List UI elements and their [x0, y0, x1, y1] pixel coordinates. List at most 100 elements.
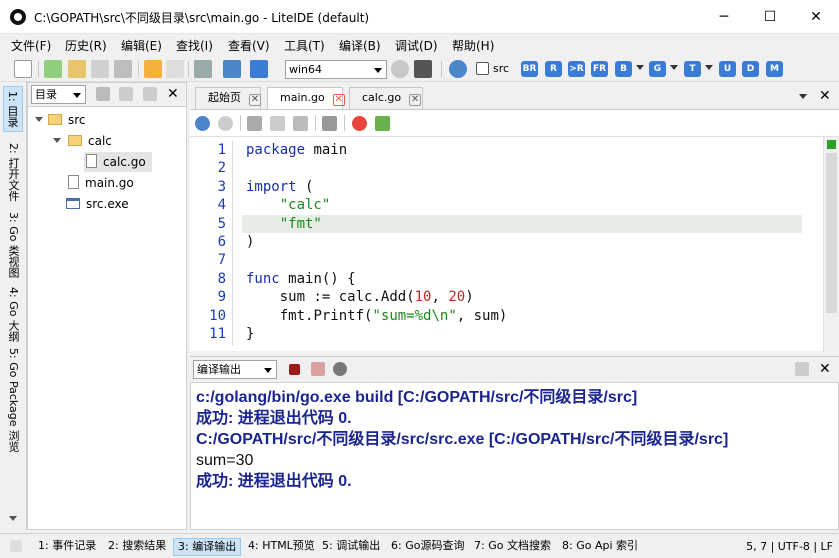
tab-go-source-query[interactable]: 6: Go源码查询: [387, 538, 468, 556]
back-arrow-icon[interactable]: [144, 60, 162, 78]
redo-icon[interactable]: [218, 116, 233, 131]
move-icon[interactable]: [795, 362, 809, 376]
tree-item-calc[interactable]: calc: [68, 131, 112, 151]
close-window-button[interactable]: ✕: [793, 0, 839, 34]
lock-icon[interactable]: [322, 116, 337, 131]
tab-search-results[interactable]: 2: 搜索结果: [104, 538, 170, 556]
tab-go-outline[interactable]: 4: Go 大纲: [3, 284, 23, 344]
filter-icon[interactable]: [96, 87, 110, 101]
build-run-button[interactable]: BR: [521, 61, 538, 77]
chevron-down-icon[interactable]: [799, 94, 807, 99]
tab-event-log[interactable]: 1: 事件记录: [34, 538, 100, 556]
menu-debug[interactable]: 调试(D): [395, 37, 438, 54]
undo-icon[interactable]: [195, 116, 210, 131]
close-panel-icon[interactable]: ✕: [167, 86, 179, 102]
tab-go-class-view[interactable]: 3: Go 类视图: [3, 210, 23, 280]
menu-history[interactable]: 历史(R): [65, 37, 107, 54]
get-dropdown-icon[interactable]: [670, 65, 678, 70]
code-line[interactable]: "fmt": [246, 215, 322, 233]
output-select[interactable]: 编译输出: [193, 360, 277, 379]
tree-item-src-exe[interactable]: src.exe: [66, 194, 129, 214]
move-icon[interactable]: [143, 87, 157, 101]
tab-main-go[interactable]: main.go ✕: [267, 87, 345, 110]
build-button[interactable]: B: [615, 61, 632, 77]
copy-icon[interactable]: [270, 116, 285, 131]
tree-item-calc-go[interactable]: calc.go: [84, 152, 152, 172]
save-all-icon[interactable]: [114, 60, 132, 78]
maximize-button[interactable]: ☐: [747, 0, 793, 34]
tree-item-src[interactable]: src: [48, 110, 86, 130]
chevron-down-icon[interactable]: [35, 117, 43, 122]
get-button[interactable]: G: [649, 61, 666, 77]
upload-button[interactable]: U: [719, 61, 736, 77]
environment-select[interactable]: win64: [285, 60, 387, 79]
code-line[interactable]: import (: [246, 178, 313, 196]
tab-html-preview[interactable]: 4: HTML预览: [244, 538, 319, 556]
tab-debug-output[interactable]: 5: 调试输出: [318, 538, 384, 556]
tab-go-package-browser[interactable]: 5: Go Package 浏览: [3, 348, 23, 452]
vertical-scrollbar[interactable]: [823, 137, 839, 352]
tree-item-main-go[interactable]: main.go: [68, 173, 134, 193]
terminal-icon[interactable]: [414, 60, 432, 78]
src-checkbox[interactable]: [476, 62, 489, 75]
save-icon[interactable]: [91, 60, 109, 78]
open-file-icon[interactable]: [44, 60, 62, 78]
close-output-icon[interactable]: ✕: [819, 361, 831, 377]
close-tab-icon[interactable]: ✕: [409, 94, 422, 106]
scrollbar-thumb[interactable]: [826, 153, 837, 313]
go-icon[interactable]: [250, 60, 268, 78]
code-line[interactable]: "calc": [246, 196, 331, 214]
code-line[interactable]: package main: [246, 141, 347, 159]
menu-find[interactable]: 查找(I): [176, 37, 213, 54]
gear-icon[interactable]: [449, 60, 467, 78]
code-line[interactable]: ): [246, 233, 254, 251]
paste-icon[interactable]: [293, 116, 308, 131]
code-line[interactable]: sum := calc.Add(10, 20): [246, 288, 474, 306]
tab-directory[interactable]: 1: 目录: [3, 86, 23, 132]
forward-arrow-icon[interactable]: [166, 60, 184, 78]
home-icon[interactable]: [223, 60, 241, 78]
menu-help[interactable]: 帮助(H): [452, 37, 494, 54]
cut-icon[interactable]: [247, 116, 262, 131]
tab-start-page[interactable]: 起始页 ✕: [195, 87, 261, 109]
close-tab-icon[interactable]: ✕: [249, 94, 261, 106]
stop-icon[interactable]: [289, 364, 300, 375]
split-icon[interactable]: [119, 87, 133, 101]
build-dropdown-icon[interactable]: [636, 65, 644, 70]
tab-open-files[interactable]: 2: 打开文件: [3, 138, 23, 206]
chevron-down-icon[interactable]: [9, 516, 17, 521]
run-button[interactable]: R: [545, 61, 562, 77]
test-dropdown-icon[interactable]: [705, 65, 713, 70]
menu-build[interactable]: 编译(B): [339, 37, 381, 54]
breakpoint-icon[interactable]: [352, 116, 367, 131]
panel-mode-select[interactable]: 目录: [31, 85, 86, 104]
new-file-icon[interactable]: [14, 60, 32, 78]
close-editor-icon[interactable]: ✕: [819, 88, 831, 104]
minimize-button[interactable]: ─: [701, 0, 747, 34]
file-run-button[interactable]: FR: [591, 61, 608, 77]
test-button[interactable]: T: [684, 61, 701, 77]
tools-icon[interactable]: [194, 60, 212, 78]
tab-go-api-index[interactable]: 8: Go Api 索引: [558, 538, 642, 556]
tab-calc-go[interactable]: calc.go ✕: [349, 87, 423, 109]
output-console[interactable]: c:/golang/bin/go.exe build [C:/GOPATH/sr…: [190, 382, 839, 530]
tab-go-doc-search[interactable]: 7: Go 文档搜索: [470, 538, 555, 556]
menu-file[interactable]: 文件(F): [11, 37, 51, 54]
debug-button[interactable]: D: [742, 61, 759, 77]
refresh-icon[interactable]: [391, 60, 409, 78]
run-to-line-icon[interactable]: [375, 116, 390, 131]
panel-toggle-icon[interactable]: [10, 540, 22, 552]
code-line[interactable]: func main() {: [246, 270, 356, 288]
menu-tools[interactable]: 工具(T): [284, 37, 325, 54]
open-folder-icon[interactable]: [68, 60, 86, 78]
run-terminal-button[interactable]: >R: [568, 61, 585, 77]
close-tab-icon[interactable]: ✕: [332, 94, 345, 106]
code-editor[interactable]: 1 2 3 4 5 6 7 8 9 10 11 package main impo…: [190, 136, 839, 352]
make-button[interactable]: M: [766, 61, 783, 77]
clear-icon[interactable]: [311, 362, 325, 376]
menu-edit[interactable]: 编辑(E): [121, 37, 162, 54]
menu-view[interactable]: 查看(V): [228, 37, 270, 54]
chevron-down-icon[interactable]: [53, 138, 61, 143]
code-line[interactable]: }: [246, 325, 254, 343]
gear-icon[interactable]: [333, 362, 347, 376]
